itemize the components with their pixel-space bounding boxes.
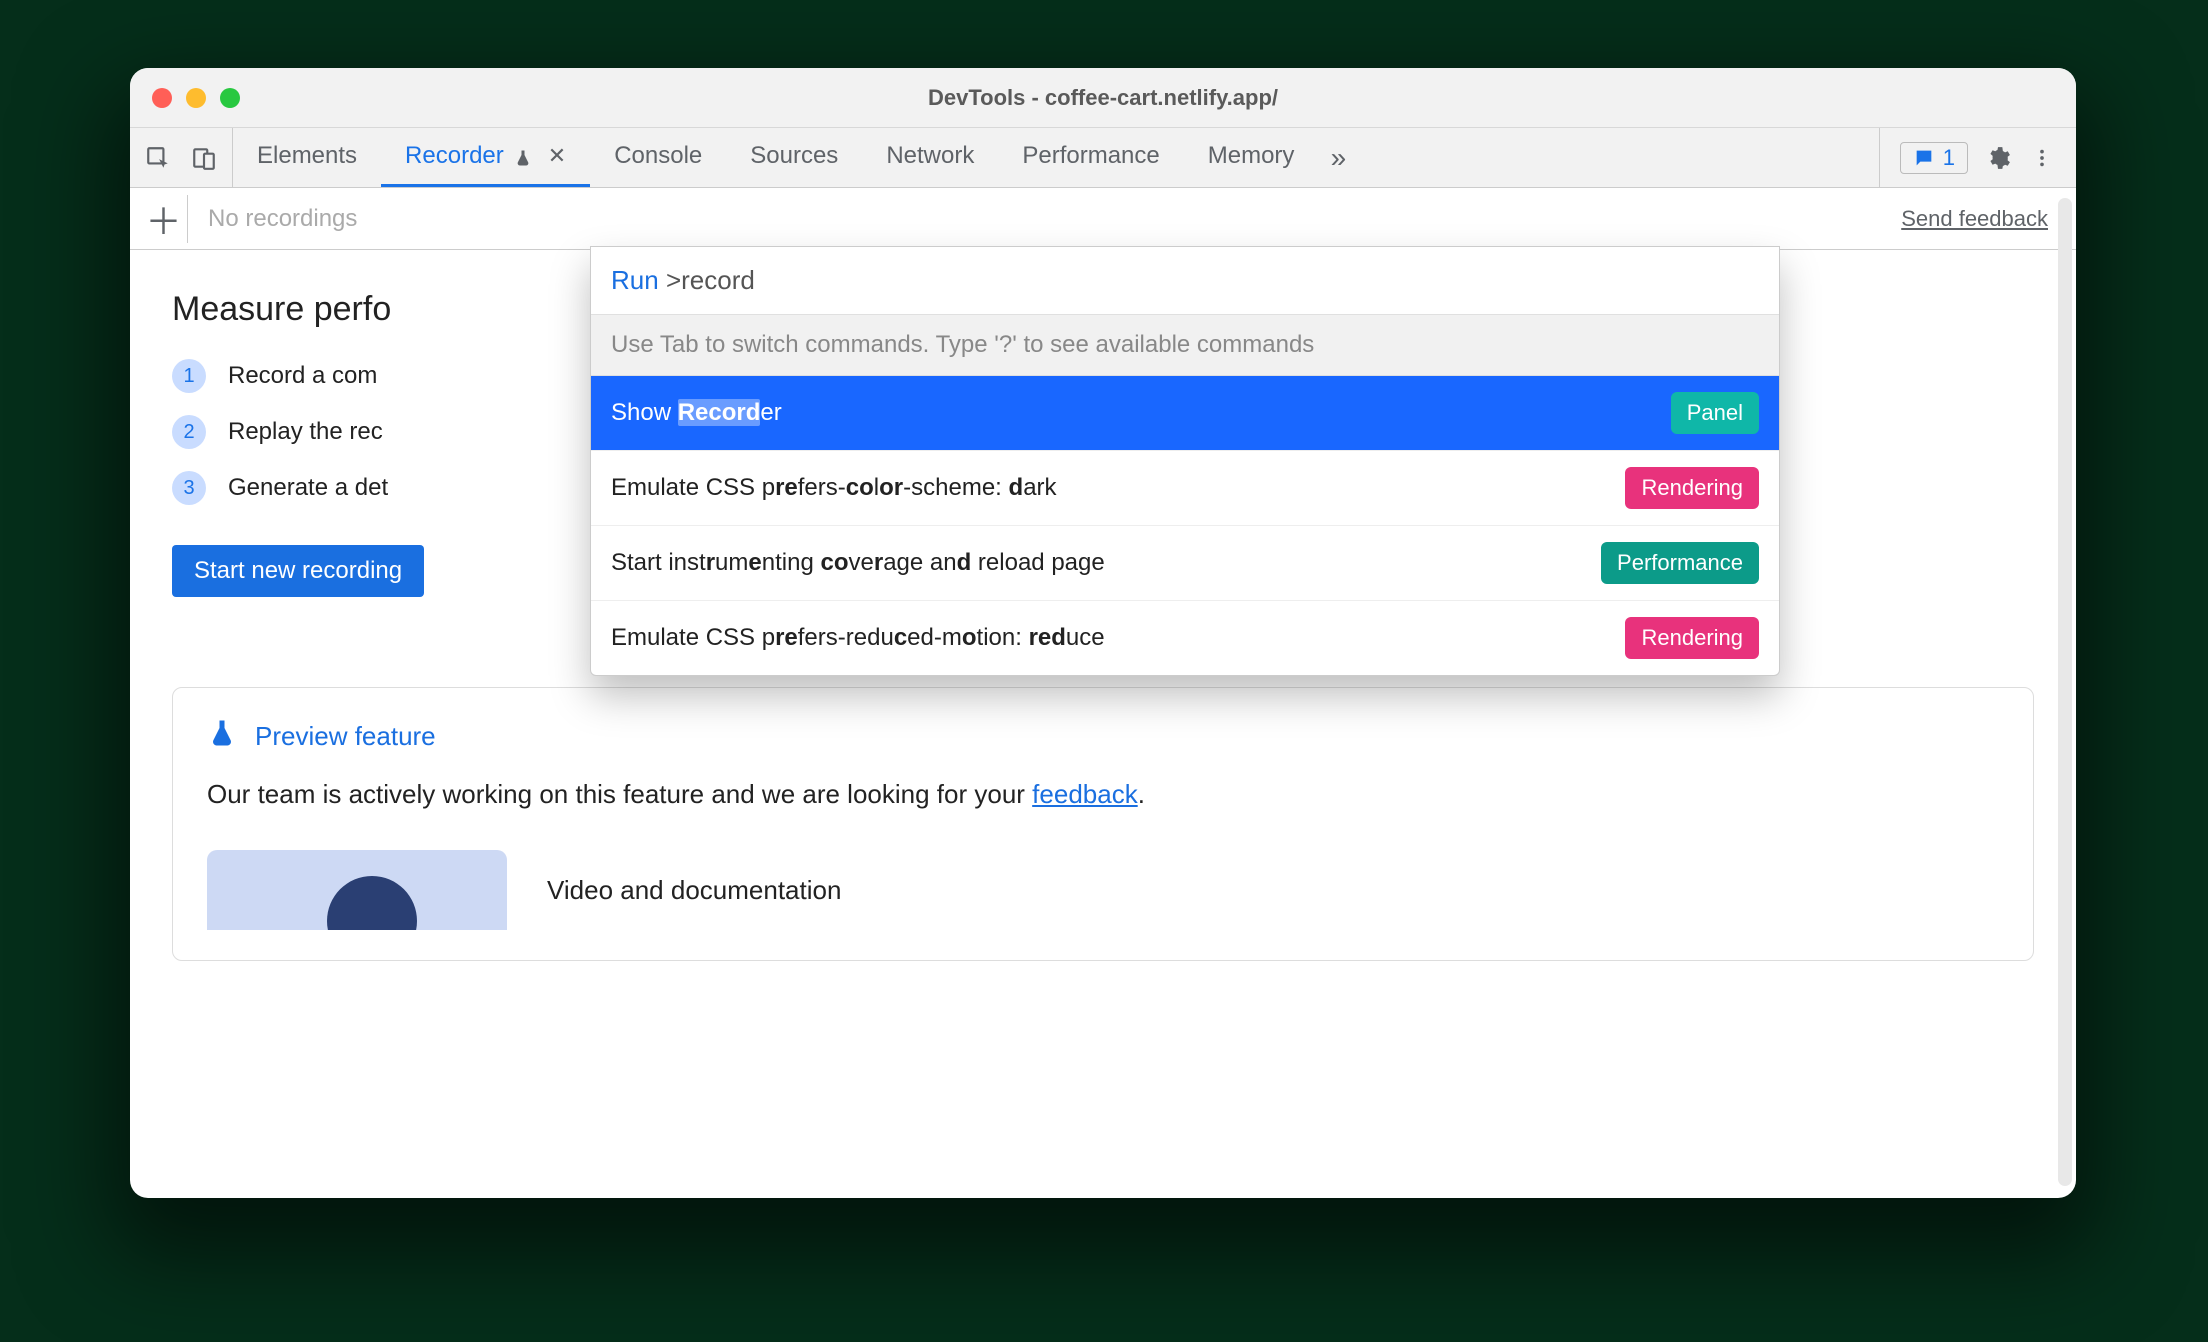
command-row-1[interactable]: Emulate CSS prefers-color-scheme: dark Re… [591, 451, 1779, 526]
flask-icon [514, 146, 534, 166]
tabstrip: Elements Recorder ✕ Console Sources Netw… [130, 128, 2076, 188]
command-row-badge: Panel [1671, 392, 1759, 434]
tab-network[interactable]: Network [862, 128, 998, 187]
tab-elements[interactable]: Elements [233, 128, 381, 187]
devtools-window: DevTools - coffee-cart.netlify.app/ Elem… [130, 68, 2076, 1198]
command-row-3[interactable]: Emulate CSS prefers-reduced-motion: redu… [591, 601, 1779, 675]
issues-button[interactable]: 1 [1900, 142, 1968, 174]
command-prefix: Run [611, 265, 659, 295]
add-recording-button[interactable]: ＋ [140, 195, 188, 243]
tabs-overflow-button[interactable]: » [1318, 128, 1358, 187]
video-label: Video and documentation [547, 875, 841, 906]
command-row-2[interactable]: Start instrumenting coverage and reload … [591, 526, 1779, 601]
command-row-badge: Rendering [1625, 617, 1759, 659]
preview-feature-text: Our team is actively working on this fea… [207, 779, 1999, 810]
start-recording-button[interactable]: Start new recording [172, 545, 424, 597]
tab-sources[interactable]: Sources [726, 128, 862, 187]
titlebar: DevTools - coffee-cart.netlify.app/ [130, 68, 2076, 128]
window-title: DevTools - coffee-cart.netlify.app/ [130, 85, 2076, 111]
more-menu-icon[interactable] [2028, 144, 2056, 172]
tab-recorder[interactable]: Recorder ✕ [381, 128, 590, 187]
window-zoom-button[interactable] [220, 88, 240, 108]
command-row-badge: Rendering [1625, 467, 1759, 509]
command-input[interactable]: Run >record [591, 247, 1779, 315]
scrollbar[interactable] [2058, 198, 2072, 1186]
inspect-icon[interactable] [144, 144, 172, 172]
preview-feature-label: Preview feature [255, 721, 436, 752]
recordings-placeholder: No recordings [188, 205, 1901, 233]
recorder-toolbar: ＋ No recordings Send feedback [130, 188, 2076, 250]
command-row-badge: Performance [1601, 542, 1759, 584]
step-3-number: 3 [172, 471, 206, 505]
window-minimize-button[interactable] [186, 88, 206, 108]
tab-console[interactable]: Console [590, 128, 726, 187]
feedback-link[interactable]: feedback [1032, 779, 1138, 809]
tab-performance[interactable]: Performance [998, 128, 1183, 187]
step-1-number: 1 [172, 359, 206, 393]
tab-memory[interactable]: Memory [1184, 128, 1319, 187]
settings-icon[interactable] [1984, 144, 2012, 172]
command-hint: Use Tab to switch commands. Type '?' to … [591, 315, 1779, 376]
window-close-button[interactable] [152, 88, 172, 108]
tab-close-icon[interactable]: ✕ [544, 143, 566, 169]
preview-feature-card: Preview feature Our team is actively wor… [172, 687, 2034, 961]
command-row-0[interactable]: Show Recorder Panel [591, 376, 1779, 451]
command-menu: Run >record Use Tab to switch commands. … [590, 246, 1780, 676]
device-toggle-icon[interactable] [190, 144, 218, 172]
issues-count: 1 [1943, 145, 1955, 171]
flask-icon [207, 718, 237, 755]
send-feedback-link[interactable]: Send feedback [1901, 206, 2066, 232]
step-2-number: 2 [172, 415, 206, 449]
command-row-label: Show Recorder [611, 399, 782, 427]
command-row-label: Emulate CSS prefers-color-scheme: dark [611, 474, 1057, 502]
command-row-label: Emulate CSS prefers-reduced-motion: redu… [611, 624, 1105, 652]
command-row-label: Start instrumenting coverage and reload … [611, 549, 1105, 577]
video-thumbnail[interactable] [207, 850, 507, 930]
